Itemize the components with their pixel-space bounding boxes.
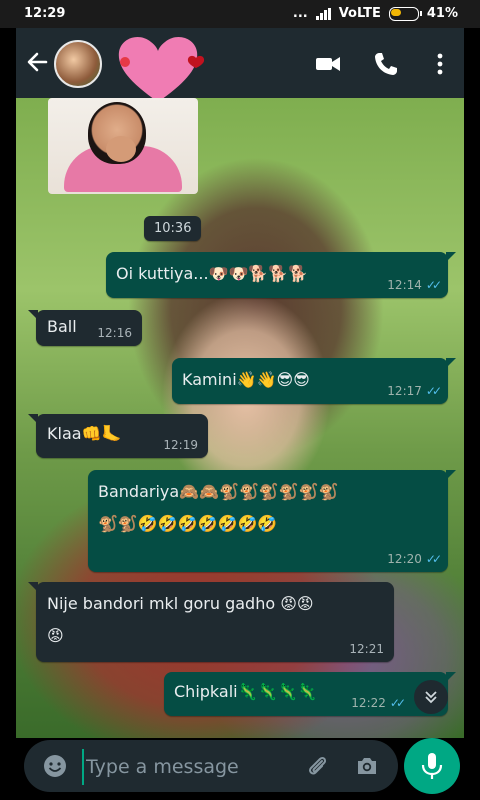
read-ticks-icon: ✓✓ <box>425 552 442 566</box>
message-outgoing[interactable]: Oi kuttiya...🐶🐶🐕🐕🐕 12:14 ✓✓ <box>106 252 456 298</box>
read-ticks-icon: ✓✓ <box>425 278 442 292</box>
message-text: Chipkali🦎🦎🦎🦎 <box>174 682 318 701</box>
status-time: 12:29 <box>24 6 66 21</box>
status-dots: ... <box>292 6 308 21</box>
message-incoming[interactable]: Ball 12:16 <box>28 310 142 346</box>
message-meta: 12:16 <box>97 326 132 340</box>
attach-icon[interactable] <box>304 753 330 779</box>
microphone-button[interactable] <box>404 738 460 794</box>
battery-percent: 41% <box>426 6 458 21</box>
contact-avatar[interactable] <box>54 40 102 88</box>
double-chevron-down-icon[interactable] <box>414 680 448 714</box>
message-text: Nije bandori mkl goru gadho 😡😡 😡 <box>47 594 314 645</box>
message-time: 12:21 <box>349 642 384 656</box>
message-input[interactable] <box>82 749 308 785</box>
message-input-container <box>24 740 398 792</box>
camera-icon[interactable] <box>354 753 380 779</box>
signal-icon <box>315 7 331 20</box>
more-options-icon[interactable] <box>426 50 454 78</box>
microphone-icon <box>421 753 443 779</box>
message-meta: 12:19 <box>163 438 198 452</box>
message-meta: 12:14 ✓✓ <box>387 278 442 292</box>
message-time: 12:22 <box>351 696 386 710</box>
message-text: Oi kuttiya...🐶🐶🐕🐕🐕 <box>116 264 309 283</box>
message-time: 12:14 <box>387 278 422 292</box>
battery-icon <box>388 6 422 21</box>
voice-call-icon[interactable] <box>372 50 400 78</box>
message-meta: 12:17 ✓✓ <box>387 384 442 398</box>
message-time: 12:19 <box>163 438 198 452</box>
video-call-icon[interactable] <box>314 50 342 78</box>
status-indicators: ... VoLTE 41% <box>293 6 458 21</box>
message-meta: 12:20 ✓✓ <box>387 552 442 566</box>
message-text: Ball <box>47 317 77 336</box>
message-outgoing[interactable]: Kamini👋👋😎😎 12:17 ✓✓ <box>172 358 456 404</box>
back-arrow-icon[interactable] <box>24 48 52 76</box>
message-text: Bandariya🙈🙈🐒🐒🐒🐒🐒🐒 🐒🐒🤣🤣🤣🤣🤣🤣🤣 <box>98 482 339 533</box>
message-time: 12:16 <box>97 326 132 340</box>
sticker-hand <box>106 136 136 162</box>
read-ticks-icon: ✓✓ <box>425 384 442 398</box>
network-type: VoLTE <box>338 6 381 21</box>
emoji-icon[interactable] <box>42 753 68 779</box>
date-chip: 10:36 <box>144 216 202 241</box>
message-meta: 12:21 <box>349 642 384 656</box>
message-incoming[interactable]: Nije bandori mkl goru gadho 😡😡 😡 12:21 <box>28 582 394 662</box>
message-outgoing[interactable]: Chipkali🦎🦎🦎🦎 12:22 ✓✓ <box>164 672 456 716</box>
sticker-image[interactable] <box>48 98 198 194</box>
composer-bar <box>16 738 464 800</box>
message-time: 12:17 <box>387 384 422 398</box>
message-incoming[interactable]: Klaa👊🦶 12:19 <box>28 414 208 458</box>
message-outgoing[interactable]: Bandariya🙈🙈🐒🐒🐒🐒🐒🐒 🐒🐒🤣🤣🤣🤣🤣🤣🤣 12:20 ✓✓ <box>88 470 456 572</box>
read-ticks-icon: ✓✓ <box>389 696 406 710</box>
message-meta: 12:22 ✓✓ <box>351 696 406 710</box>
message-text: Klaa👊🦶 <box>47 424 122 443</box>
heart-sticker-icon <box>118 37 205 102</box>
status-bar: 12:29 ... VoLTE 41% <box>0 0 480 28</box>
message-time: 12:20 <box>387 552 422 566</box>
chat-header <box>16 28 464 102</box>
message-text: Kamini👋👋😎😎 <box>182 370 310 389</box>
